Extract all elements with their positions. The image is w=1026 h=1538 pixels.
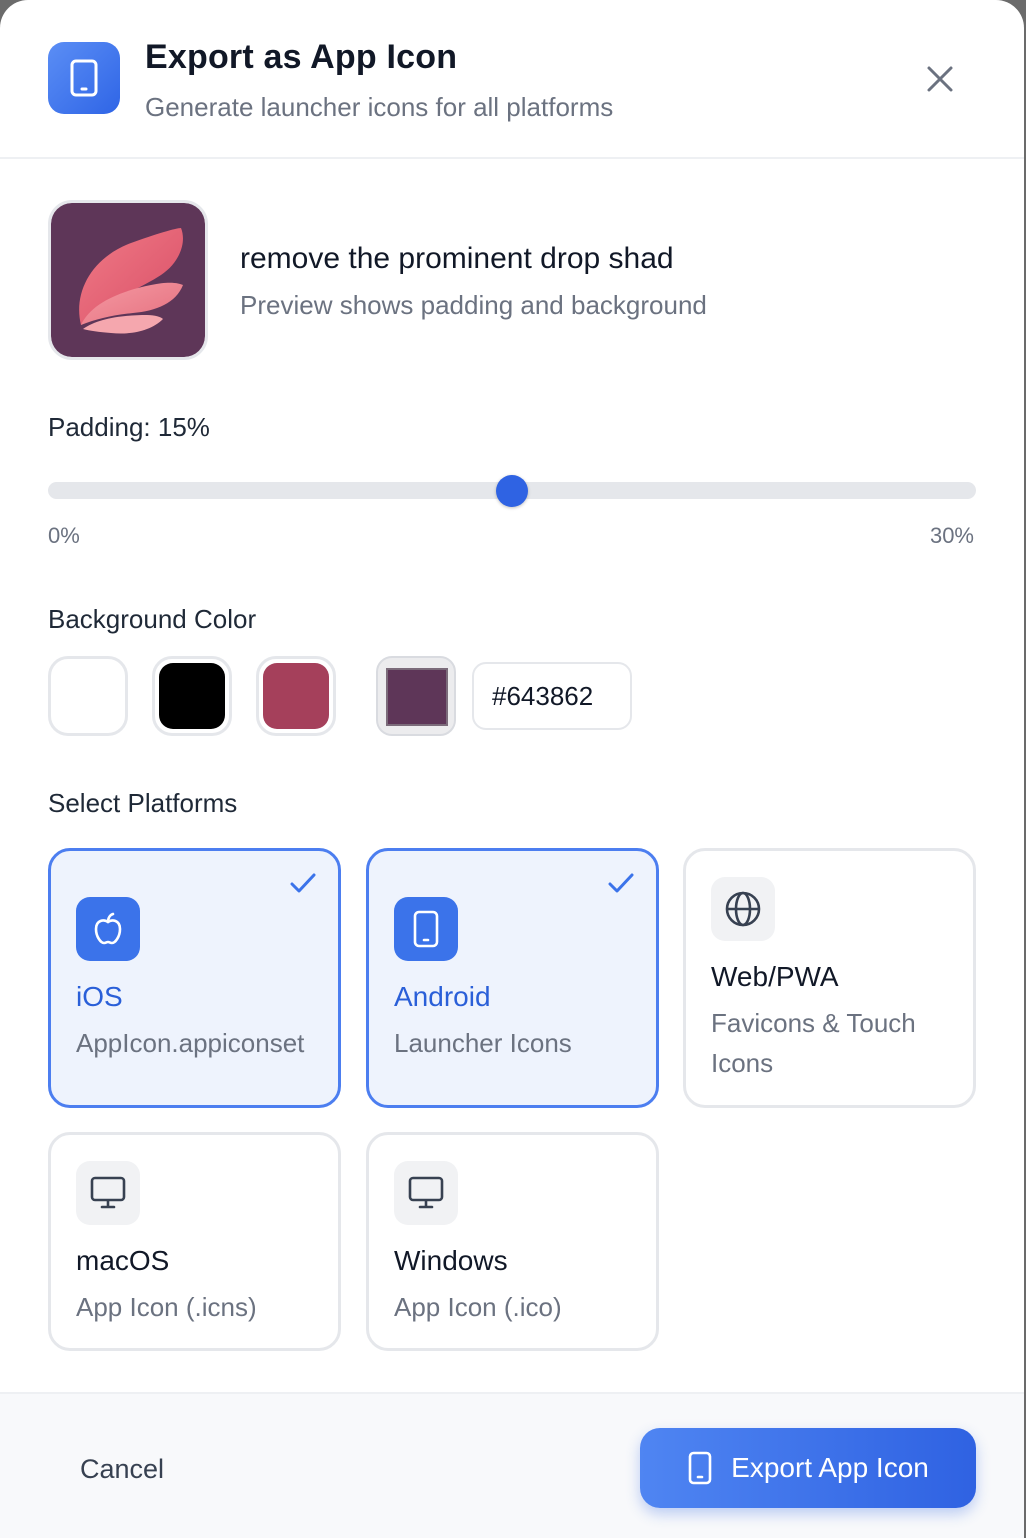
export-button-label: Export App Icon xyxy=(731,1452,929,1483)
custom-color-preview xyxy=(386,668,448,726)
dialog-footer: Cancel Export App Icon xyxy=(0,1392,1024,1538)
platform-name: Windows xyxy=(394,1245,508,1276)
padding-slider-thumb[interactable] xyxy=(496,475,528,507)
platform-card-android[interactable]: Android Launcher Icons xyxy=(366,848,659,1108)
platform-desc: Favicons & Touch xyxy=(711,1008,916,1038)
platform-desc: Launcher Icons xyxy=(394,1028,572,1058)
platform-card-ios[interactable]: iOS AppIcon.appiconset xyxy=(48,848,341,1108)
swatch-white-fill xyxy=(55,663,121,729)
icon-preview xyxy=(48,200,208,360)
preview-title: remove the prominent drop shad xyxy=(240,242,674,275)
export-app-icon-button[interactable]: Export App Icon xyxy=(640,1428,976,1508)
phone-icon xyxy=(48,42,120,114)
platform-name: macOS xyxy=(76,1245,170,1276)
platform-card-windows[interactable]: Windows App Icon (.ico) xyxy=(366,1132,659,1351)
platform-name: Android xyxy=(394,981,491,1012)
globe-icon xyxy=(711,877,775,941)
close-button[interactable] xyxy=(918,57,962,101)
platform-desc: AppIcon.appiconset xyxy=(76,1028,305,1058)
phone-icon xyxy=(394,897,458,961)
dialog-title: Export as App Icon xyxy=(145,38,458,76)
phone-icon xyxy=(688,1451,712,1485)
checkmark-icon xyxy=(290,873,316,893)
feather-logo xyxy=(79,228,183,334)
swatch-black[interactable] xyxy=(152,656,232,736)
custom-color-picker[interactable] xyxy=(376,656,456,736)
hex-color-input[interactable] xyxy=(472,662,632,730)
platform-desc-continued: Icons xyxy=(711,1048,774,1078)
apple-icon xyxy=(76,897,140,961)
cancel-button[interactable]: Cancel xyxy=(64,1439,180,1499)
slider-max-label: 30% xyxy=(929,523,974,548)
monitor-icon xyxy=(76,1161,140,1225)
platform-name: Web/PWA xyxy=(711,961,839,992)
platform-desc: App Icon (.icns) xyxy=(76,1292,257,1322)
monitor-icon xyxy=(394,1161,458,1225)
dialog-header: Export as App Icon Generate launcher ico… xyxy=(0,0,1024,159)
checkmark-icon xyxy=(608,873,634,893)
padding-slider[interactable] xyxy=(48,475,976,507)
preview-subtitle: Preview shows padding and background xyxy=(240,290,707,320)
platform-card-macos[interactable]: macOS App Icon (.icns) xyxy=(48,1132,341,1351)
padding-label: Padding: 15% xyxy=(48,412,210,442)
background-color-label: Background Color xyxy=(48,604,257,634)
swatch-white[interactable] xyxy=(48,656,128,736)
close-icon xyxy=(927,66,953,92)
platform-name: iOS xyxy=(76,981,123,1012)
platform-card-web-pwa[interactable]: Web/PWA Favicons & Touch Icons xyxy=(683,848,976,1108)
platform-desc: App Icon (.ico) xyxy=(394,1292,562,1322)
export-app-icon-dialog: Export as App Icon Generate launcher ico… xyxy=(0,0,1024,1538)
slider-min-label: 0% xyxy=(48,523,80,548)
swatch-black-fill xyxy=(159,663,225,729)
select-platforms-label: Select Platforms xyxy=(48,788,238,818)
dialog-subtitle: Generate launcher icons for all platform… xyxy=(145,92,614,122)
swatch-rose[interactable] xyxy=(256,656,336,736)
swatch-rose-fill xyxy=(263,663,329,729)
